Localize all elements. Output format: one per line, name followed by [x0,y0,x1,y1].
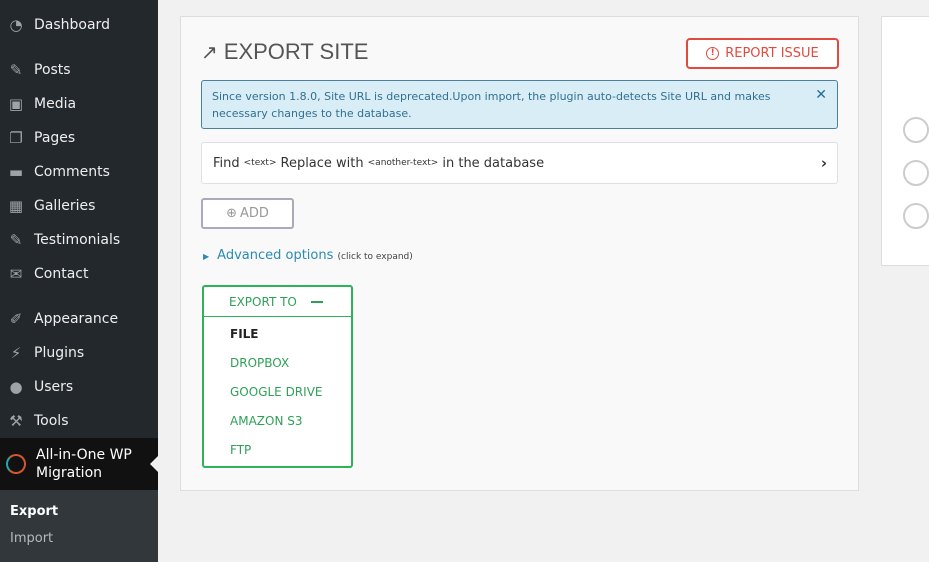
mail-icon: ✉ [9,265,23,283]
export-option-file[interactable]: FILE [230,327,259,341]
dashboard-icon: ◔ [9,16,23,34]
sidebar-item-dashboard[interactable]: ◔ Dashboard [0,8,158,42]
export-option-amazon-s3[interactable]: AMAZON S3 [230,414,302,428]
export-panel: ↗ EXPORT SITE ! REPORT ISSUE Since version… [180,16,859,491]
submenu: Export Import [0,490,158,562]
radio-button[interactable] [903,117,929,143]
sidebar-item-label: Media [34,96,77,112]
sidebar-item-label: Testimonials [34,232,121,248]
export-to-dropdown: EXPORT TO FILE DROPBOX GOOGLE DRIVE AMAZ… [202,285,353,468]
submenu-export[interactable]: Export [10,504,58,519]
sidebar-item-label: Posts [34,62,71,78]
sidebar-item-all-in-one-wp-migration[interactable]: All-in-One WP Migration [0,438,158,490]
sidebar-item-label: Pages [34,130,76,146]
comment-icon: ▬ [8,163,24,181]
sidebar-item-label: Tools [34,413,69,429]
chevron-right-icon: › [820,154,827,172]
sidebar-item-label: Dashboard [34,17,110,33]
sidebar-item-comments[interactable]: ▬ Comments [0,155,158,189]
alert-icon: ! [706,47,720,60]
minus-icon [310,300,323,303]
sidebar-item-label: Appearance [34,311,119,327]
triangle-right-icon: ▶ [203,252,210,261]
side-panel [881,16,929,266]
advanced-options-toggle[interactable]: ▶ Advanced options (click to expand) [203,248,413,263]
sidebar-item-label: Plugins [34,345,85,361]
sidebar-item-galleries[interactable]: ▦ Galleries [0,189,158,223]
plug-icon: ⚡ [10,344,22,362]
sidebar-item-contact[interactable]: ✉ Contact [0,257,158,291]
pages-icon: ❐ [9,129,23,147]
sidebar-item-label: Comments [34,164,110,180]
grid-icon: ▦ [8,197,24,215]
sidebar-item-pages[interactable]: ❐ Pages [0,121,158,155]
submenu-import[interactable]: Import [10,531,53,546]
sidebar-item-testimonials[interactable]: ✎ Testimonials [0,223,158,257]
report-issue-button[interactable]: ! REPORT ISSUE [686,38,839,69]
wrench-icon: ⚒ [9,412,23,430]
user-icon: ● [9,378,23,396]
sidebar-item-media[interactable]: ▣ Media [0,87,158,121]
migration-icon [6,454,26,474]
media-icon: ▣ [8,95,24,113]
export-icon: ↗ [201,41,218,64]
sidebar-item-appearance[interactable]: ✐ Appearance [0,302,158,336]
find-replace-row[interactable]: Find <text> Replace with <another-text> in t… [201,142,838,184]
close-icon[interactable]: ✕ [815,87,827,104]
brush-icon: ✐ [9,310,23,328]
sidebar-item-posts[interactable]: ✎ Posts [0,53,158,87]
export-option-dropbox[interactable]: DROPBOX [230,356,289,370]
export-to-toggle[interactable]: EXPORT TO [204,287,351,317]
sidebar-item-plugins[interactable]: ⚡ Plugins [0,336,158,370]
radio-button[interactable] [903,203,929,229]
radio-button[interactable] [903,160,929,186]
sidebar-item-label: Users [34,379,74,395]
pin-icon: ✎ [9,231,23,249]
sidebar-item-tools[interactable]: ⚒ Tools [0,404,158,438]
sidebar-item-label: Galleries [34,198,96,214]
admin-sidebar: ◔ Dashboard ✎ Posts ▣ Media ❐ Pages ▬ Comments ▦ Ga… [0,0,158,562]
deprecation-notice: Since version 1.8.0, Site URL is depreca… [201,80,838,129]
sidebar-item-users[interactable]: ● Users [0,370,158,404]
page-title: ↗ EXPORT SITE [201,39,369,64]
export-option-ftp[interactable]: FTP [230,443,251,457]
pin-icon: ✎ [9,61,23,79]
sidebar-item-label: Contact [34,266,89,282]
add-button[interactable]: ⊕ ADD [201,198,294,229]
plus-circle-icon: ⊕ [226,206,237,221]
export-option-google-drive[interactable]: GOOGLE DRIVE [230,385,322,399]
